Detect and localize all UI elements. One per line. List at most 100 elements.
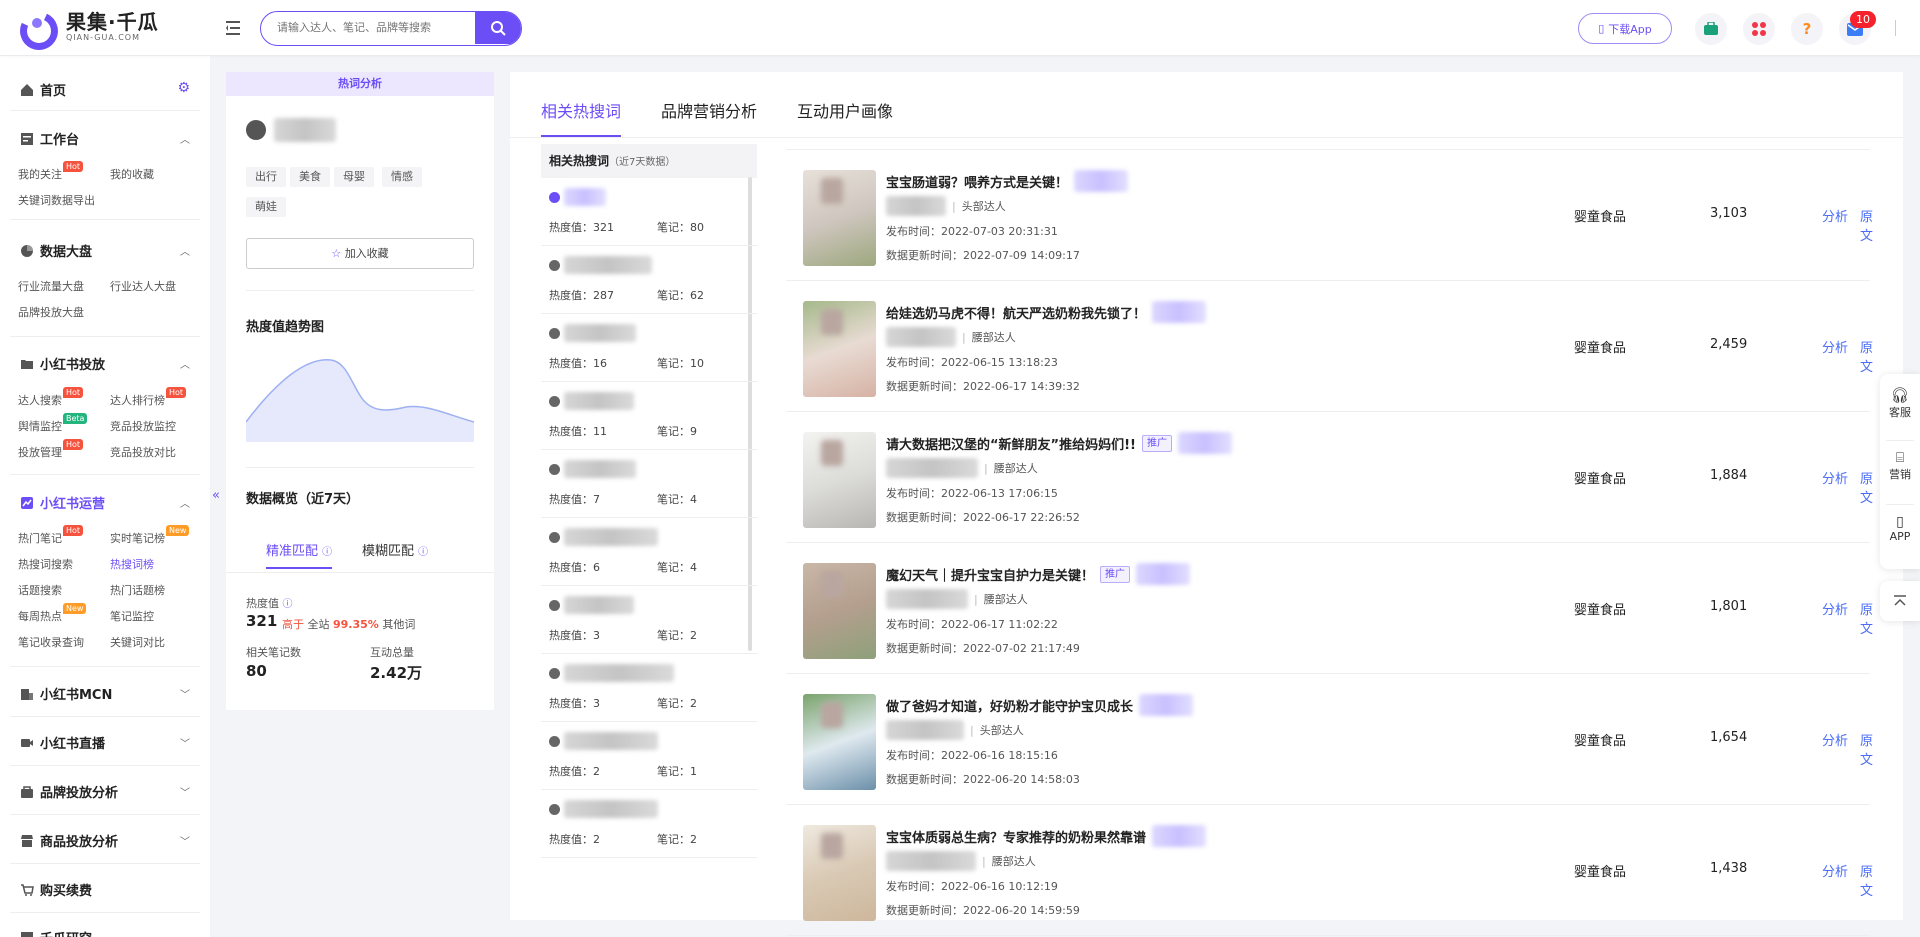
download-app-button[interactable]: ▯ 下载App bbox=[1578, 13, 1672, 44]
keyword-row[interactable]: 热度值：3 笔记：2 bbox=[541, 586, 757, 654]
sidebar-sub-hot-search[interactable]: 热搜词搜索 bbox=[18, 556, 73, 572]
note-row[interactable]: 给娃选奶马虎不得！航天严选奶粉我先锁了！ | 腰部达人 发布时间：2022-06-15… bbox=[786, 281, 1873, 412]
note-thumbnail[interactable] bbox=[803, 825, 876, 921]
sidebar-sub-note-monitor[interactable]: 笔记监控 bbox=[110, 608, 154, 624]
add-to-favorites-button[interactable]: ☆ 加入收藏 bbox=[246, 238, 474, 269]
chevron-down-icon[interactable]: ﹀ bbox=[180, 735, 190, 750]
note-thumbnail[interactable] bbox=[803, 170, 876, 266]
note-title[interactable]: 魔幻天气｜提升宝宝自护力是关键！ 推广 bbox=[886, 563, 1191, 585]
search-input[interactable] bbox=[261, 12, 471, 44]
customer-service-button[interactable]: 🎧︎ 客服 bbox=[1880, 386, 1920, 420]
sidebar-sub-competitor-monitor[interactable]: 竞品投放监控 bbox=[110, 418, 176, 434]
panel-tab-keyword-analysis[interactable]: 热词分析 bbox=[226, 72, 494, 96]
note-row[interactable]: 请大数据把汉堡的“新鲜朋友”推给妈妈们!! 推广 | 腰部达人 发布时间：2022-06… bbox=[786, 412, 1873, 543]
chevron-up-icon[interactable]: ︿ bbox=[180, 495, 190, 510]
original-link[interactable]: 原文 bbox=[1860, 599, 1873, 637]
info-icon[interactable]: ⓘ bbox=[322, 547, 332, 558]
keyword-row[interactable]: 热度值：7 笔记：4 bbox=[541, 450, 757, 518]
chevron-up-icon[interactable]: ︿ bbox=[180, 243, 190, 258]
sidebar-sub-competitor-compare[interactable]: 竞品投放对比 bbox=[110, 444, 176, 460]
note-author[interactable]: | 头部达人 bbox=[886, 196, 1006, 216]
analyze-link[interactable]: 分析 bbox=[1822, 206, 1848, 225]
tab-brand-marketing[interactable]: 品牌营销分析 bbox=[661, 98, 757, 122]
chevron-down-icon[interactable]: ﹀ bbox=[180, 833, 190, 848]
sidebar-item-xhs-mcn[interactable]: 小红书MCN bbox=[20, 684, 112, 703]
sidebar-item-workbench[interactable]: 工作台 bbox=[20, 129, 79, 148]
logo[interactable]: 果集·千瓜 QIAN-GUA.COM bbox=[14, 6, 159, 56]
tab-user-profile[interactable]: 互动用户画像 bbox=[797, 98, 893, 122]
original-link[interactable]: 原文 bbox=[1860, 730, 1873, 768]
marketing-button[interactable]: ⌸ 营销 bbox=[1880, 450, 1920, 482]
analyze-link[interactable]: 分析 bbox=[1822, 861, 1848, 880]
sidebar-sub-note-record[interactable]: 笔记收录查询 bbox=[18, 634, 84, 650]
original-link[interactable]: 原文 bbox=[1860, 468, 1873, 506]
sidebar-sub-topic-search[interactable]: 话题搜索 bbox=[18, 582, 62, 598]
sidebar-sub-kol-search[interactable]: 达人搜索Hot bbox=[18, 387, 84, 408]
original-link[interactable]: 原文 bbox=[1860, 337, 1873, 375]
chevron-up-icon[interactable]: ︿ bbox=[180, 356, 190, 371]
sidebar-sub-weekly-hot[interactable]: 每周热点New bbox=[18, 603, 87, 624]
note-title[interactable]: 做了爸妈才知道，好奶粉才能守护宝贝成长 bbox=[886, 694, 1194, 716]
note-author[interactable]: | 腰部达人 bbox=[886, 589, 1028, 609]
note-thumbnail[interactable] bbox=[803, 301, 876, 397]
sidebar-item-xhs-ads[interactable]: 小红书投放 bbox=[20, 354, 105, 373]
note-row[interactable]: 做了爸妈才知道，好奶粉才能守护宝贝成长 | 头部达人 发布时间：2022-06-16 … bbox=[786, 674, 1873, 805]
sidebar-item-dashboard[interactable]: 数据大盘 bbox=[20, 241, 92, 260]
search-button[interactable] bbox=[475, 12, 521, 44]
apps-grid-icon[interactable] bbox=[1743, 13, 1775, 45]
note-title[interactable]: 给娃选奶马虎不得！航天严选奶粉我先锁了！ bbox=[886, 301, 1207, 323]
sidebar-sub-realtime-rank[interactable]: 实时笔记榜New bbox=[110, 525, 190, 546]
analyze-link[interactable]: 分析 bbox=[1822, 468, 1848, 487]
keyword-row[interactable]: 热度值：3 笔记：2 bbox=[541, 654, 757, 722]
sidebar-item-brand-analysis[interactable]: 品牌投放分析 bbox=[20, 782, 118, 801]
note-title[interactable]: 宝宝肠道弱？喂养方式是关键！ bbox=[886, 170, 1129, 192]
sidebar-sub-industry-flow[interactable]: 行业流量大盘 bbox=[18, 278, 84, 294]
sidebar-sub-my-follow[interactable]: 我的关注Hot bbox=[18, 161, 84, 182]
sidebar-item-xhs-live[interactable]: 小红书直播 bbox=[20, 733, 105, 752]
tab-fuzzy-match[interactable]: 模糊匹配 ⓘ bbox=[362, 540, 428, 559]
note-thumbnail[interactable] bbox=[803, 563, 876, 659]
sidebar-sub-keyword-export[interactable]: 关键词数据导出 bbox=[18, 192, 95, 208]
keyword-row[interactable]: 热度值：6 笔记：4 bbox=[541, 518, 757, 586]
note-row[interactable]: 魔幻天气｜提升宝宝自护力是关键！ 推广 | 腰部达人 发布时间：2022-06-17 1… bbox=[786, 543, 1873, 674]
briefcase-icon[interactable] bbox=[1695, 13, 1727, 45]
note-author[interactable]: | 腰部达人 bbox=[886, 458, 1038, 478]
sidebar-sub-keyword-compare[interactable]: 关键词对比 bbox=[110, 634, 165, 650]
keyword-row[interactable]: 热度值：16 笔记：10 bbox=[541, 314, 757, 382]
keyword-row[interactable]: 热度值：2 笔记：2 bbox=[541, 790, 757, 858]
analyze-link[interactable]: 分析 bbox=[1822, 337, 1848, 356]
tab-related-keywords[interactable]: 相关热搜词 bbox=[541, 98, 621, 122]
sidebar-sub-ads-manage[interactable]: 投放管理Hot bbox=[18, 439, 84, 460]
keyword-row[interactable]: 热度值：321 笔记：80 bbox=[541, 178, 757, 246]
analyze-link[interactable]: 分析 bbox=[1822, 730, 1848, 749]
sidebar-sub-hot-topic-rank[interactable]: 热门话题榜 bbox=[110, 582, 165, 598]
menu-toggle-icon[interactable] bbox=[226, 17, 244, 41]
chevron-down-icon[interactable]: ﹀ bbox=[180, 784, 190, 799]
sidebar-sub-hot-search-rank[interactable]: 热搜词榜 bbox=[110, 556, 154, 572]
analyze-link[interactable]: 分析 bbox=[1822, 599, 1848, 618]
note-title[interactable]: 请大数据把汉堡的“新鲜朋友”推给妈妈们!! 推广 bbox=[886, 432, 1232, 454]
help-icon[interactable]: ? bbox=[1791, 13, 1823, 45]
back-to-top-button[interactable] bbox=[1880, 581, 1920, 621]
chevron-up-icon[interactable]: ︿ bbox=[180, 131, 190, 146]
settings-gear-icon[interactable]: ⚙ bbox=[177, 80, 190, 96]
sidebar-item-home[interactable]: 首页 bbox=[20, 80, 66, 99]
original-link[interactable]: 原文 bbox=[1860, 861, 1873, 899]
sidebar-item-research[interactable]: 千瓜研究 bbox=[20, 928, 92, 937]
chevron-down-icon[interactable]: ﹀ bbox=[180, 686, 190, 701]
note-row[interactable]: 宝宝体质弱总生病？专家推荐的奶粉果然靠谱 | 腰部达人 发布时间：2022-06-16… bbox=[786, 805, 1873, 936]
sidebar-sub-hot-notes[interactable]: 热门笔记Hot bbox=[18, 525, 84, 546]
keyword-row[interactable]: 热度值：287 笔记：62 bbox=[541, 246, 757, 314]
keyword-row[interactable]: 热度值：2 笔记：1 bbox=[541, 722, 757, 790]
note-author[interactable]: | 腰部达人 bbox=[886, 327, 1016, 347]
collapse-sidebar-icon[interactable]: « bbox=[212, 488, 220, 503]
note-author[interactable]: | 头部达人 bbox=[886, 720, 1024, 740]
sidebar-item-xhs-ops[interactable]: 小红书运营 bbox=[20, 493, 105, 512]
sidebar-sub-industry-kol[interactable]: 行业达人大盘 bbox=[110, 278, 176, 294]
info-icon[interactable]: ⓘ bbox=[418, 547, 428, 558]
original-link[interactable]: 原文 bbox=[1860, 206, 1873, 244]
info-icon[interactable]: ⓘ bbox=[283, 599, 293, 610]
note-thumbnail[interactable] bbox=[803, 694, 876, 790]
note-title[interactable]: 宝宝体质弱总生病？专家推荐的奶粉果然靠谱 bbox=[886, 825, 1207, 847]
sidebar-sub-brand-ads[interactable]: 品牌投放大盘 bbox=[18, 304, 84, 320]
